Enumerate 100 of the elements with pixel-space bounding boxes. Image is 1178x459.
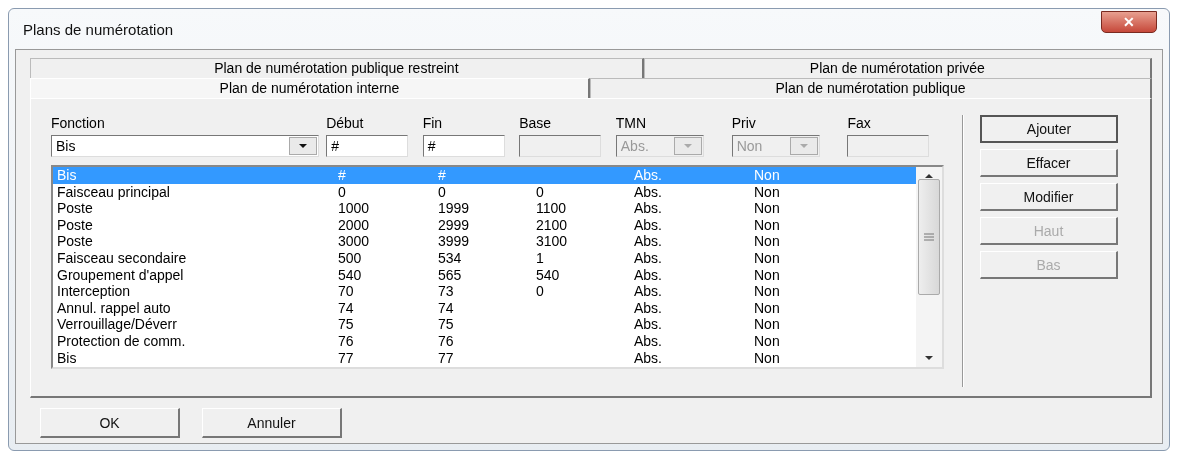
list-cell-text: 540	[338, 266, 363, 284]
list-cell-text: Abs.	[634, 332, 663, 350]
action-button[interactable]: Ajouter	[980, 115, 1118, 143]
list-row[interactable]: Poste 1000 1999 1100 Abs. Non	[53, 200, 916, 217]
list-cell-text: Abs.	[634, 266, 663, 284]
tab[interactable]: Plan de numérotation publique	[590, 78, 1152, 98]
list-cell-text: Non	[754, 249, 781, 267]
tab[interactable]: Plan de numérotation publique restreint	[30, 58, 644, 78]
list-row[interactable]: Bis 77 77 Abs. Non	[53, 349, 916, 367]
list-cell-text: 0	[438, 183, 447, 201]
list-cell-text: Protection de comm.	[57, 332, 187, 350]
list-cell-text: 77	[438, 349, 455, 367]
list-cell-text: Non	[754, 167, 781, 184]
field-label: TMN	[615, 115, 648, 131]
field-label: Priv	[731, 115, 757, 131]
list-row[interactable]: Interception 70 73 0 Abs. Non	[53, 283, 916, 300]
scroll-thumb[interactable]	[918, 179, 940, 295]
list-cell-text: Faisceau principal	[57, 183, 171, 201]
window-title: Plans de numérotation	[23, 20, 174, 38]
action-button[interactable]: Effacer	[980, 149, 1118, 177]
list-row[interactable]: Protection de comm. 76 76 Abs. Non	[53, 332, 916, 350]
list-cell-text: 1999	[438, 200, 471, 217]
list-cell-text: 70	[338, 283, 355, 300]
input-field[interactable]: #	[422, 135, 505, 157]
list-cell-text: 75	[338, 316, 355, 333]
list-cell-text: Abs.	[634, 283, 663, 300]
list-cell-text: 74	[438, 299, 455, 317]
list-cell-text: 534	[438, 249, 463, 267]
list-cell-text: Non	[754, 183, 781, 201]
list-row[interactable]: Poste 2000 2999 2100 Abs. Non	[53, 216, 916, 234]
list-cell-text: Non	[754, 316, 781, 333]
list-cell-text: Abs.	[634, 216, 663, 234]
list-cell-text: Abs.	[634, 249, 663, 267]
list-cell-text: Non	[754, 200, 781, 217]
list-cell-text: Poste	[57, 216, 94, 234]
list-cell-text: Non	[754, 332, 781, 350]
list-cell-text: Non	[754, 216, 781, 234]
list-row[interactable]: Faisceau secondaire 500 534 1 Abs. Non	[53, 249, 916, 267]
list-cell-text: Bis	[57, 349, 78, 367]
dialog-button[interactable]: OK	[40, 408, 180, 438]
list-cell-text: #	[438, 167, 447, 184]
list-cell-text: 2000	[338, 216, 371, 234]
list-cell-text: 74	[338, 299, 355, 317]
list-cell-text: 500	[338, 249, 363, 267]
list-cell-text: Interception	[57, 283, 132, 300]
list-row[interactable]: Faisceau principal 0 0 0 Abs. Non	[53, 183, 916, 201]
dropdown-arrow-icon	[682, 143, 693, 149]
list-cell-text: Verrouillage/Déverr	[57, 316, 178, 333]
tab[interactable]: Plan de numérotation privée	[643, 58, 1152, 78]
dropdown[interactable]: Bis	[51, 135, 319, 157]
list-cell-text: Abs.	[634, 349, 663, 367]
list-cell-text: 76	[338, 332, 355, 350]
list-cell-text: 73	[438, 283, 455, 300]
list-cell-text: Poste	[57, 200, 94, 217]
list-cell-text: 1000	[338, 200, 371, 217]
list-cell-text: Non	[754, 283, 781, 300]
list-cell-text: Non	[754, 349, 781, 367]
list-cell-text: Bis	[57, 167, 78, 184]
list-cell-text: 76	[438, 332, 455, 350]
scroll-down-icon[interactable]	[924, 355, 934, 361]
dropdown: Non	[731, 135, 820, 157]
list-cell-text: 1100	[536, 200, 568, 217]
dropdown: Abs.	[615, 135, 704, 157]
input-field[interactable]: #	[326, 135, 409, 157]
list-row[interactable]: Poste 3000 3999 3100 Abs. Non	[53, 233, 916, 250]
list-cell-text: Abs.	[634, 233, 663, 250]
field-label: Début	[326, 115, 365, 131]
list-row[interactable]: Groupement d'appel 540 565 540 Abs. Non	[53, 266, 916, 284]
list-row[interactable]: Verrouillage/Déverr 75 75 Abs. Non	[53, 316, 916, 333]
list-cell-text: 3100	[536, 233, 569, 250]
list-cell-text: Non	[754, 299, 781, 317]
list-cell-text: Abs.	[634, 183, 663, 201]
dropdown-arrow-icon	[298, 143, 308, 149]
field-label: Fonction	[51, 115, 106, 131]
field-label: Base	[519, 115, 553, 131]
field-label: Fax	[847, 115, 872, 131]
list-cell-text: 3999	[438, 233, 471, 250]
scrollbar[interactable]	[916, 167, 942, 367]
list-cell-text: 1	[536, 249, 545, 267]
list-cell-text: 0	[536, 183, 545, 201]
list-cell-text: 2100	[536, 216, 569, 234]
field-label: Fin	[422, 115, 444, 131]
list-cell-text: Abs.	[634, 299, 663, 317]
list-cell-text: Poste	[57, 233, 94, 250]
dialog-button[interactable]: Annuler	[202, 408, 342, 438]
list-cell-text: Faisceau secondaire	[57, 249, 188, 267]
list-cell-text: 565	[438, 266, 463, 284]
list-cell-text: Non	[754, 233, 781, 250]
tab[interactable]: Plan de numérotation interne	[30, 78, 590, 98]
list-row[interactable]: Annul. rappel auto 74 74 Abs. Non	[53, 299, 916, 317]
list-cell-text: 77	[338, 349, 355, 367]
action-button[interactable]: Modifier	[980, 183, 1118, 211]
list-cell-text: Non	[754, 266, 781, 284]
list-cell-text: #	[338, 167, 347, 184]
list-cell-text: 3000	[338, 233, 371, 250]
list-cell-text: 0	[338, 183, 347, 201]
list-cell-text: Abs.	[634, 167, 663, 184]
list-cell-text: 540	[536, 266, 561, 284]
list-cell-text: Groupement d'appel	[57, 266, 185, 284]
dropdown-arrow-icon	[798, 143, 809, 149]
